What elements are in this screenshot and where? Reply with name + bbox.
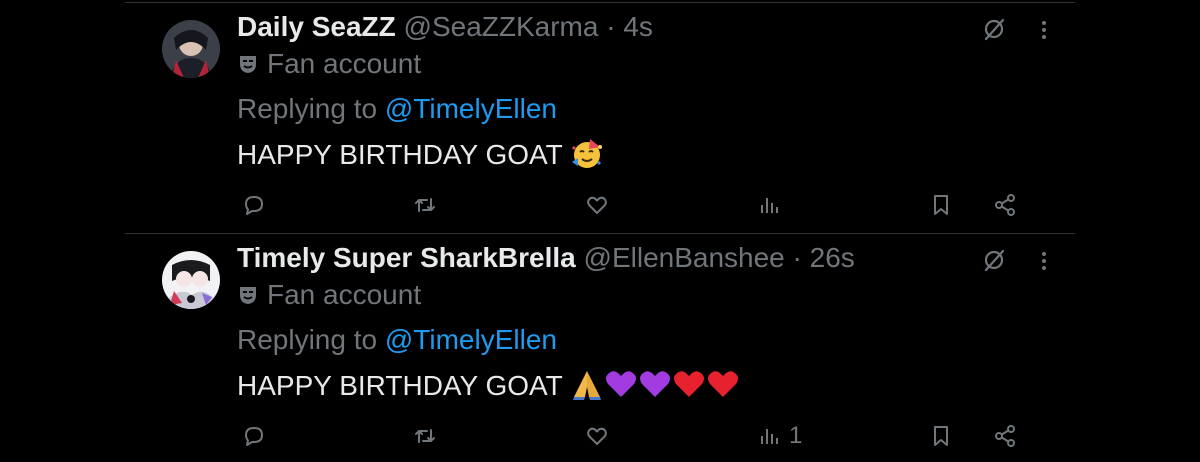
bookmark-icon	[934, 426, 948, 446]
theater-masks-icon	[240, 56, 256, 73]
mention-link[interactable]: @TimelyEllen	[385, 324, 557, 355]
retweet-icon	[415, 429, 435, 443]
more-icon[interactable]	[1030, 15, 1058, 43]
retweet-button[interactable]	[413, 421, 437, 451]
display-name[interactable]: Timely Super SharkBrella	[237, 242, 576, 273]
tweet-text: HAPPY BIRTHDAY GOAT	[237, 136, 604, 173]
tweet-text-body: HAPPY BIRTHDAY GOAT	[237, 139, 563, 170]
author-line: Daily SeaZZ @SeaZZKarma · 4s	[237, 10, 653, 44]
separator: ·	[792, 242, 802, 273]
badge-label: Fan account	[267, 48, 422, 79]
retweet-button[interactable]	[413, 190, 437, 220]
reply-icon	[245, 196, 263, 215]
like-icon	[587, 196, 607, 214]
views-icon	[761, 198, 778, 213]
share-icon	[995, 194, 1015, 216]
share-icon	[995, 425, 1015, 447]
tweet-text-body: HAPPY BIRTHDAY GOAT	[237, 370, 563, 401]
views-button[interactable]	[757, 190, 789, 220]
reply-button[interactable]	[242, 421, 266, 451]
badge-label: Fan account	[267, 279, 422, 310]
like-button[interactable]	[585, 190, 609, 220]
badge-line: Fan account	[237, 278, 421, 312]
handle[interactable]: @SeaZZKarma	[404, 11, 599, 42]
purple-heart-emoji	[640, 371, 670, 397]
red-heart-emoji	[708, 371, 738, 397]
bookmark-button[interactable]	[929, 421, 953, 451]
mention-link[interactable]: @TimelyEllen	[385, 93, 557, 124]
avatar[interactable]	[162, 251, 220, 309]
replying-prefix: Replying to	[237, 93, 385, 124]
like-button[interactable]	[585, 421, 609, 451]
separator: ·	[606, 11, 616, 42]
purple-heart-emoji	[606, 371, 636, 397]
share-button[interactable]	[993, 421, 1017, 451]
timestamp[interactable]: 4s	[623, 11, 653, 42]
more-icon[interactable]	[1030, 246, 1058, 274]
reply-icon	[245, 427, 263, 446]
display-name[interactable]: Daily SeaZZ	[237, 11, 396, 42]
badge-line: Fan account	[237, 47, 421, 81]
red-heart-emoji	[674, 371, 704, 397]
retweet-icon	[415, 198, 435, 212]
share-button[interactable]	[993, 190, 1017, 220]
replying-to: Replying to @TimelyEllen	[237, 92, 557, 126]
handle[interactable]: @EllenBanshee	[584, 242, 785, 273]
folded-hands-emoji	[573, 371, 601, 400]
grok-icon[interactable]	[980, 15, 1008, 43]
tweet-text: HAPPY BIRTHDAY GOAT	[237, 367, 740, 404]
partying-face-emoji	[572, 139, 602, 168]
avatar[interactable]	[162, 20, 220, 78]
bookmark-icon	[934, 195, 948, 215]
reply-button[interactable]	[242, 190, 266, 220]
bookmark-button[interactable]	[929, 190, 953, 220]
grok-icon[interactable]	[980, 246, 1008, 274]
author-line: Timely Super SharkBrella @EllenBanshee ·…	[237, 241, 855, 275]
theater-masks-icon	[240, 287, 256, 304]
timestamp[interactable]: 26s	[810, 242, 855, 273]
replying-prefix: Replying to	[237, 324, 385, 355]
views-icon	[761, 429, 778, 444]
views-button[interactable]: 1	[757, 421, 802, 451]
replying-to: Replying to @TimelyEllen	[237, 323, 557, 357]
like-icon	[587, 427, 607, 445]
views-count: 1	[789, 422, 803, 449]
tweet-1[interactable]: Daily SeaZZ @SeaZZKarma · 4s Fan account…	[0, 0, 1200, 230]
tweet-2[interactable]: Timely Super SharkBrella @EllenBanshee ·…	[0, 231, 1200, 461]
